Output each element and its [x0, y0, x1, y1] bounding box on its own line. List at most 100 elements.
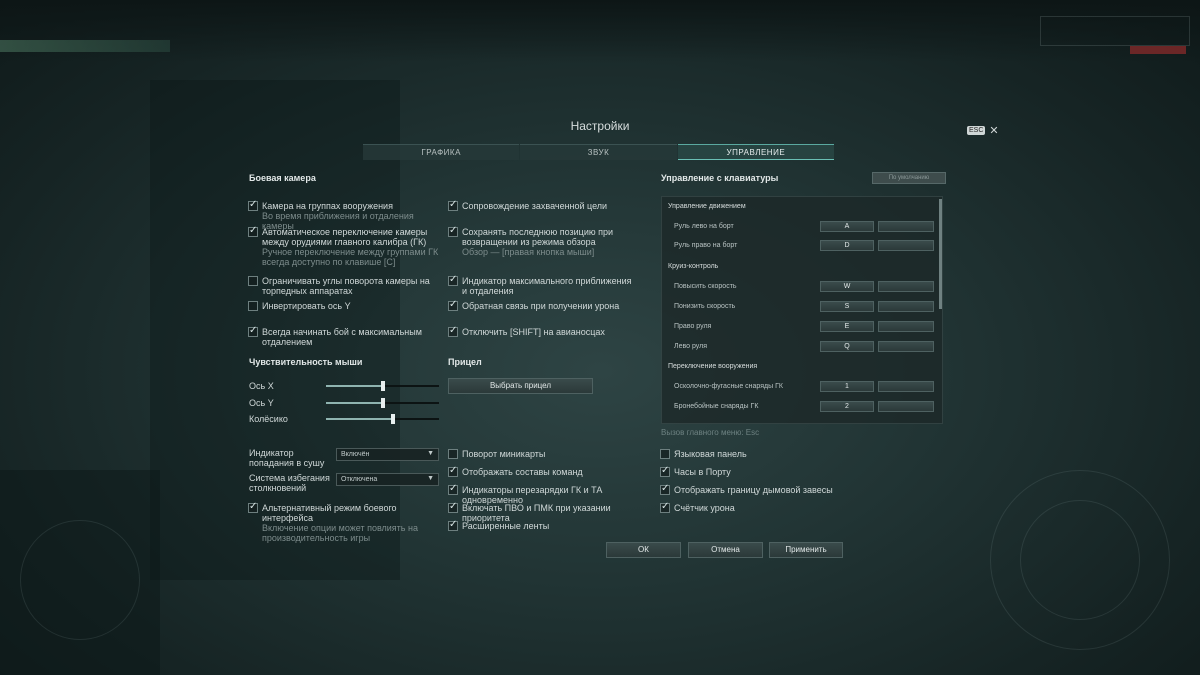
- keybinding-alt-key-button[interactable]: [878, 301, 934, 312]
- slider-handle[interactable]: [390, 414, 395, 424]
- option-max-zoom-start[interactable]: Всегда начинать бой с максимальным отдал…: [248, 325, 443, 347]
- keybinding-key-button[interactable]: 2: [820, 401, 874, 412]
- slider-label-x: Ось X: [249, 381, 274, 391]
- keybinding-label: Право руля: [674, 323, 712, 330]
- keybinding-alt-key-button[interactable]: [878, 281, 934, 292]
- tab-controls[interactable]: УПРАВЛЕНИЕ: [677, 144, 834, 160]
- main-menu-hint: Вызов главного меню: Esc: [661, 428, 760, 437]
- checkbox-empty[interactable]: [248, 301, 258, 311]
- keybinding-category: Круиз-контроль: [668, 263, 719, 270]
- keybinding-alt-key-button[interactable]: [878, 341, 934, 352]
- checkbox-empty[interactable]: [448, 449, 458, 459]
- keybinding-key-button[interactable]: E: [820, 321, 874, 332]
- option-hint: Обзор — [правая кнопка мыши]: [462, 247, 595, 257]
- keybinding-scrollbar[interactable]: [939, 199, 942, 309]
- check-icon[interactable]: [448, 274, 458, 286]
- bg-compass-ring: [20, 520, 140, 640]
- slider-wheel[interactable]: [326, 414, 439, 424]
- keybinding-list[interactable]: Управление движением Руль лево на борт A…: [661, 196, 943, 424]
- check-icon[interactable]: [248, 325, 258, 337]
- check-icon[interactable]: [660, 501, 670, 513]
- keybinding-alt-key-button[interactable]: [878, 221, 934, 232]
- option-language-panel[interactable]: Языковая панель: [660, 449, 860, 459]
- check-icon[interactable]: [248, 225, 258, 237]
- slider-handle[interactable]: [380, 381, 385, 391]
- hud-enemy-bar: [1130, 46, 1186, 54]
- ok-button[interactable]: ОК: [606, 542, 681, 558]
- check-icon[interactable]: [448, 483, 458, 495]
- keybinding-key-button[interactable]: W: [820, 281, 874, 292]
- tab-sound[interactable]: ЗВУК: [520, 144, 677, 160]
- check-icon[interactable]: [660, 483, 670, 495]
- close-icon[interactable]: ✕: [989, 124, 998, 137]
- keybinding-label: Осколочно-фугасные снаряды ГК: [674, 383, 783, 390]
- land-hit-indicator-select[interactable]: Включён ▼: [336, 448, 439, 461]
- option-extended-ribbons[interactable]: Расширенные ленты: [448, 519, 653, 531]
- option-label: Языковая панель: [674, 449, 747, 459]
- option-zoom-indicator[interactable]: Индикатор максимального приближения и от…: [448, 274, 638, 296]
- section-battle-camera: Боевая камера: [249, 173, 316, 183]
- slider-handle[interactable]: [380, 398, 385, 408]
- option-team-rosters[interactable]: Отображать составы команд: [448, 465, 653, 477]
- slider-label-y: Ось Y: [249, 398, 274, 408]
- keybinding-key-button[interactable]: S: [820, 301, 874, 312]
- keybinding-key-button[interactable]: D: [820, 240, 874, 251]
- bg-radar-ring-inner: [1020, 500, 1140, 620]
- checkbox-empty[interactable]: [248, 276, 258, 286]
- collision-avoidance-select[interactable]: Отключена ▼: [336, 473, 439, 486]
- option-save-last-position[interactable]: Сохранять последнюю позицию при возвраще…: [448, 225, 638, 257]
- option-label: Поворот миникарты: [462, 449, 546, 459]
- option-label: Индикаторы перезарядки ГК и ТА одновреме…: [462, 485, 603, 505]
- slider-axis-y[interactable]: [326, 398, 439, 408]
- option-reload-indicators[interactable]: Индикаторы перезарядки ГК и ТА одновреме…: [448, 483, 653, 505]
- option-rotate-minimap[interactable]: Поворот миникарты: [448, 449, 653, 459]
- check-icon[interactable]: [448, 465, 458, 477]
- option-smoke-border[interactable]: Отображать границу дымовой завесы: [660, 483, 860, 495]
- tab-graphics[interactable]: ГРАФИКА: [363, 144, 520, 160]
- select-value: Отключена: [341, 476, 378, 483]
- keybinding-alt-key-button[interactable]: [878, 321, 934, 332]
- option-label: Включать ПВО и ПМК при указании приорите…: [462, 503, 611, 523]
- keyboard-reset-button[interactable]: По умолчанию: [872, 172, 946, 184]
- keybinding-key-button[interactable]: 1: [820, 381, 874, 392]
- close-control[interactable]: ESC ✕: [967, 124, 999, 137]
- keybinding-alt-key-button[interactable]: [878, 401, 934, 412]
- option-label: Ограничивать углы поворота камеры на тор…: [262, 276, 430, 296]
- check-icon[interactable]: [448, 501, 458, 513]
- cancel-button[interactable]: Отмена: [688, 542, 763, 558]
- check-icon[interactable]: [248, 199, 258, 211]
- keybinding-label: Бронебойные снаряды ГК: [674, 403, 759, 410]
- slider-label-wheel: Колёсико: [249, 414, 288, 424]
- option-label: Автоматическое переключение камеры между…: [262, 227, 428, 247]
- check-icon[interactable]: [660, 465, 670, 477]
- option-label: Отключить [SHIFT] на авианосцах: [462, 327, 605, 337]
- option-alt-interface[interactable]: Альтернативный режим боевого интерфейсаВ…: [248, 501, 443, 543]
- keybinding-alt-key-button[interactable]: [878, 381, 934, 392]
- option-disable-shift-cv[interactable]: Отключить [SHIFT] на авианосцах: [448, 325, 638, 337]
- check-icon[interactable]: [448, 519, 458, 531]
- keybinding-alt-key-button[interactable]: [878, 240, 934, 251]
- select-sight-button[interactable]: Выбрать прицел: [448, 378, 593, 394]
- option-track-target[interactable]: Сопровождение захваченной цели: [448, 199, 638, 211]
- check-icon[interactable]: [448, 225, 458, 237]
- option-invert-y[interactable]: Инвертировать ось Y: [248, 301, 443, 311]
- keybinding-label: Руль право на борт: [674, 242, 738, 249]
- keybinding-key-button[interactable]: Q: [820, 341, 874, 352]
- option-port-clock[interactable]: Часы в Порту: [660, 465, 860, 477]
- option-label: Отображать составы команд: [462, 467, 583, 477]
- option-auto-switch-camera[interactable]: Автоматическое переключение камеры между…: [248, 225, 443, 267]
- option-damage-counter[interactable]: Счётчик урона: [660, 501, 860, 513]
- keybinding-key-button[interactable]: A: [820, 221, 874, 232]
- check-icon[interactable]: [248, 501, 258, 513]
- option-aa-priority[interactable]: Включать ПВО и ПМК при указании приорите…: [448, 501, 653, 523]
- option-label: Обратная связь при получении урона: [462, 301, 620, 311]
- slider-axis-x[interactable]: [326, 381, 439, 391]
- option-damage-feedback[interactable]: Обратная связь при получении урона: [448, 299, 638, 311]
- apply-button[interactable]: Применить: [769, 542, 843, 558]
- checkbox-empty[interactable]: [660, 449, 670, 459]
- option-limit-torpedo-camera[interactable]: Ограничивать углы поворота камеры на тор…: [248, 276, 443, 296]
- option-label: Инвертировать ось Y: [262, 301, 351, 311]
- check-icon[interactable]: [448, 199, 458, 211]
- check-icon[interactable]: [448, 325, 458, 337]
- check-icon[interactable]: [448, 299, 458, 311]
